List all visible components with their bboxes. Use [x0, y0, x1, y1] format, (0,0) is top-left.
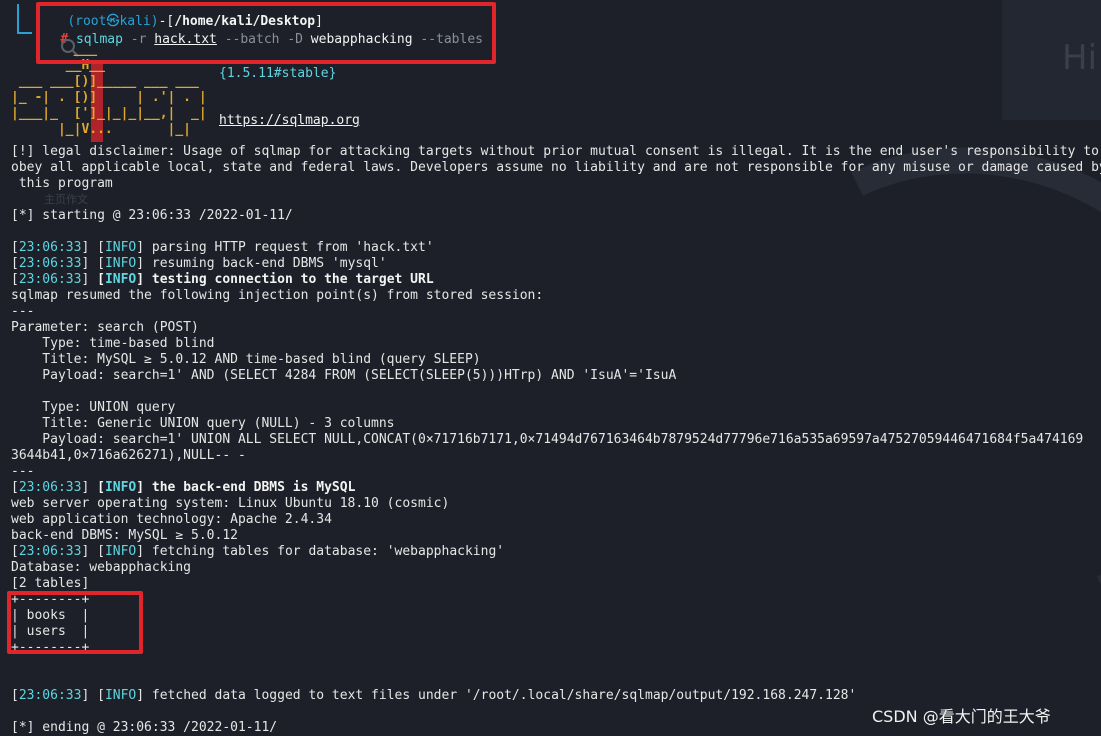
- log-time: 23:06:33: [18, 256, 82, 271]
- output-line: Title: MySQL ≥ 5.0.12 AND time-based bli…: [11, 352, 481, 367]
- output-line: Type: time-based blind: [11, 336, 215, 351]
- output-line: ---: [11, 304, 35, 319]
- log-message: parsing HTTP request from 'hack.txt': [151, 240, 434, 255]
- output-line: sqlmap resumed the following injection p…: [11, 288, 544, 303]
- output-line: this program: [11, 176, 113, 191]
- csdn-watermark: CSDN @看大门的王大爷: [872, 707, 1051, 726]
- output-line: [*] starting @ 23:06:33 /2022-01-11/: [11, 208, 293, 223]
- logo-art-row: |___|_ [']_|_|_|__,| _|: [11, 106, 207, 121]
- log-line: [23:06:33] [INFO] testing connection to …: [11, 272, 434, 287]
- log-message: testing connection to the target URL: [151, 272, 434, 287]
- log-level: INFO: [104, 272, 137, 287]
- log-time: 23:06:33: [18, 480, 82, 495]
- log-level: INFO: [104, 240, 137, 255]
- output-line: ---: [11, 464, 35, 479]
- logo-version: {1.5.11#stable}: [219, 66, 337, 81]
- log-message: the back-end DBMS is MySQL: [151, 480, 356, 495]
- logo-art-row: ___ ___[)]_____ ___ ___: [11, 74, 215, 89]
- output-line: [2 tables]: [11, 576, 90, 591]
- log-level: INFO: [104, 480, 137, 495]
- output-line: Database: webapphacking: [11, 560, 192, 575]
- output-line: Title: Generic UNION query (NULL) - 3 co…: [11, 416, 395, 431]
- log-time: 23:06:33: [18, 688, 82, 703]
- output-line: [!] legal disclaimer: Usage of sqlmap fo…: [11, 144, 1099, 159]
- log-level: INFO: [104, 544, 137, 559]
- terminal-window[interactable]: (root㉿kali)-[/home/kali/Desktop] # sqlma…: [0, 0, 1101, 735]
- log-message: fetched data logged to text files under …: [151, 688, 857, 703]
- log-level: INFO: [104, 256, 137, 271]
- log-line: [23:06:33] [INFO] parsing HTTP request f…: [11, 240, 434, 255]
- output-line: Parameter: search (POST): [11, 320, 199, 335]
- log-line: [23:06:33] [INFO] the back-end DBMS is M…: [11, 480, 356, 495]
- output-line: web server operating system: Linux Ubunt…: [11, 496, 450, 511]
- output-line: Payload: search=1' UNION ALL SELECT NULL…: [11, 432, 1084, 447]
- log-time: 23:06:33: [18, 544, 82, 559]
- command-highlight-box: [36, 2, 496, 64]
- log-time: 23:06:33: [18, 272, 82, 287]
- log-time: 23:06:33: [18, 240, 82, 255]
- sqlmap-url-link[interactable]: https://sqlmap.org: [219, 113, 360, 129]
- output-line: web application technology: Apache 2.4.3…: [11, 512, 332, 527]
- output-line: back-end DBMS: MySQL ≥ 5.0.12: [11, 528, 238, 543]
- log-message: resuming back-end DBMS 'mysql': [151, 256, 387, 271]
- tables-highlight-box: [7, 591, 143, 654]
- output-line: [*] ending @ 23:06:33 /2022-01-11/: [11, 720, 278, 735]
- log-line: [23:06:33] [INFO] fetching tables for da…: [11, 544, 505, 559]
- output-line: Type: UNION query: [11, 400, 176, 415]
- logo-art-row: |_ -| . [)] | .'| . |: [11, 90, 207, 105]
- output-line: 3644b41,0×716a626271),NULL-- -: [11, 448, 246, 463]
- output-line: obey all applicable local, state and fed…: [11, 160, 1101, 175]
- logo-art-row: |_|V... |_|: [11, 122, 192, 137]
- log-message: fetching tables for database: 'webapphac…: [151, 544, 505, 559]
- log-line: [23:06:33] [INFO] fetched data logged to…: [11, 688, 857, 703]
- log-level: INFO: [104, 688, 137, 703]
- output-line: Payload: search=1' AND (SELECT 4284 FROM…: [11, 368, 677, 383]
- log-line: [23:06:33] [INFO] resuming back-end DBMS…: [11, 256, 387, 271]
